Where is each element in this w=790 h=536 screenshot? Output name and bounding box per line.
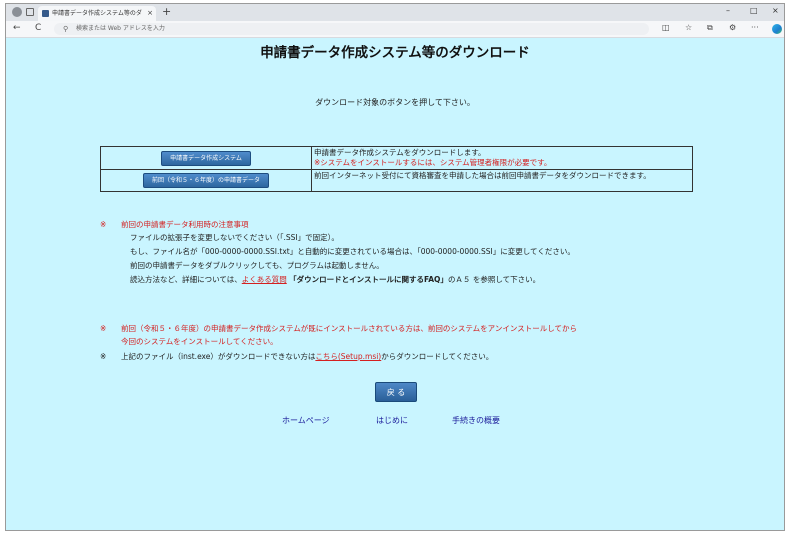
minimize-button[interactable]: – [726, 6, 730, 15]
back-button[interactable]: 戻 る [375, 382, 417, 402]
note-mark: ※ [100, 324, 107, 333]
admin-rights-note: ※システムをインストールするには、システム管理者権限が必要です。 [314, 158, 552, 167]
address-bar[interactable]: ⚲ 検索または Web アドレスを入力 [54, 23, 649, 35]
new-tab-button[interactable]: + [162, 5, 171, 18]
msi-note: 上記のファイル（inst.exe）がダウンロードできない方はこちら(Setup.… [121, 351, 493, 363]
note-mark: ※ [100, 352, 107, 361]
table-row: 前回（令和５・６年度）の申請書データ 前回インターネット受付にて資格審査を申請し… [100, 169, 693, 192]
close-window-button[interactable]: × [772, 6, 779, 15]
download-table: 申請書データ作成システム 申請書データ作成システムをダウンロードします。 ※シス… [100, 146, 693, 192]
page-title: 申請書データ作成システム等のダウンロード [260, 45, 530, 61]
notes-msi: ※ 上記のファイル（inst.exe）がダウンロードできない方はこちら(Setu… [100, 351, 700, 365]
note-mark: ※ [100, 220, 107, 229]
reading-view-icon[interactable]: ◫ [662, 23, 670, 32]
address-placeholder: 検索または Web アドレスを入力 [76, 25, 165, 32]
tab-title: 申請書データ作成システム等のダウンロード [52, 10, 142, 17]
note-line-suffix: のＡ５ を参照して下さい。 [447, 275, 541, 284]
msi-note-suffix: からダウンロードしてください。 [381, 352, 494, 361]
notes-previous-data: ※ 前回の申請書データ利用時の注意事項 ファイルの拡張子を変更しないでください（… [100, 219, 700, 291]
setup-msi-link[interactable]: こちら(Setup.msi) [315, 352, 381, 361]
faq-title: 「ダウンロードとインストールに関するFAQ」 [289, 275, 448, 284]
msi-note-prefix: 上記のファイル（inst.exe）がダウンロードできない方は [121, 352, 316, 361]
previous-data-desc: 前回インターネット受付にて資格審査を申請した場合は前回申請書データをダウンロード… [314, 171, 651, 180]
extensions-icon[interactable]: ⚙ [729, 23, 736, 32]
navigation-bar: ← C ⚲ 検索または Web アドレスを入力 ◫ ☆ ⧉ ⚙ ··· [6, 21, 784, 38]
table-cell: 申請書データ作成システム [100, 146, 312, 170]
browser-tab[interactable]: 申請書データ作成システム等のダウンロード × [38, 6, 156, 21]
note-line: 前回の申請書データをダブルクリックしても、プログラムは起動しません。 [130, 261, 384, 270]
instruction-text: ダウンロード対象のボタンを押して下さい。 [315, 98, 475, 107]
refresh-button[interactable]: C [35, 23, 41, 33]
tab-close-icon[interactable]: × [147, 6, 153, 21]
table-cell: 前回（令和５・６年度）の申請書データ [100, 169, 312, 192]
tab-actions-icon[interactable] [26, 8, 34, 16]
tab-bar: 申請書データ作成システム等のダウンロード × + – □ × [6, 4, 784, 21]
download-system-button[interactable]: 申請書データ作成システム [161, 150, 251, 166]
collections-icon[interactable]: ⧉ [707, 23, 713, 33]
edge-logo-icon[interactable] [772, 24, 782, 34]
download-previous-data-button[interactable]: 前回（令和５・６年度）の申請書データ [142, 173, 269, 188]
uninstall-note-line2: 今回のシステムをインストールしてください。 [121, 337, 278, 346]
maximize-button[interactable]: □ [750, 6, 758, 15]
table-cell: 申請書データ作成システムをダウンロードします。 ※システムをインストールするには… [311, 146, 693, 170]
page-content: 申請書データ作成システム等のダウンロード ダウンロード対象のボタンを押して下さい… [6, 38, 784, 530]
favicon-icon [42, 10, 49, 17]
table-cell: 前回インターネット受付にて資格審査を申請した場合は前回申請書データをダウンロード… [311, 169, 693, 192]
note-line: 読込方法など、詳細については、よくある質問 「ダウンロードとインストールに関する… [130, 274, 540, 286]
faq-link[interactable]: よくある質問 [242, 275, 287, 284]
profile-icon[interactable] [12, 7, 22, 17]
download-system-desc: 申請書データ作成システムをダウンロードします。 [314, 148, 486, 157]
search-icon: ⚲ [63, 25, 69, 33]
note-line: もし、ファイル名が「000-0000-0000.SSI.txt」と自動的に変更さ… [130, 247, 575, 256]
introduction-link[interactable]: はじめに [376, 415, 408, 426]
note-line: ファイルの拡張子を変更しないでください（「.SSI」で固定）。 [130, 233, 339, 242]
back-nav-button[interactable]: ← [13, 23, 21, 33]
uninstall-note-line1: 前回（令和５・６年度）の申請書データ作成システムが既にインストールされている方は… [121, 324, 577, 333]
home-page-link[interactable]: ホームページ [282, 415, 330, 426]
table-row: 申請書データ作成システム 申請書データ作成システムをダウンロードします。 ※シス… [100, 146, 693, 170]
procedure-overview-link[interactable]: 手続きの概要 [452, 415, 500, 426]
favorites-star-icon[interactable]: ☆ [685, 23, 692, 32]
notes-uninstall: ※ 前回（令和５・６年度）の申請書データ作成システムが既にインストールされている… [100, 323, 700, 351]
more-menu-icon[interactable]: ··· [751, 23, 759, 32]
browser-window: 申請書データ作成システム等のダウンロード × + – □ × ← C ⚲ 検索ま… [5, 3, 785, 531]
notes-heading: 前回の申請書データ利用時の注意事項 [121, 220, 249, 229]
note-line-prefix: 読込方法など、詳細については、 [130, 275, 242, 284]
